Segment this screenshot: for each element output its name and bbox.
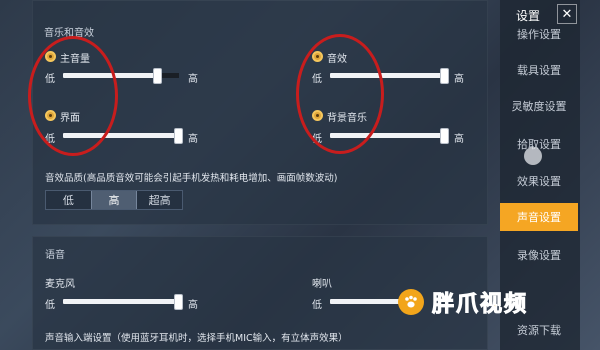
mic-volume-label: 麦克风 xyxy=(45,279,75,290)
mic-volume-track xyxy=(63,299,179,304)
master-volume-slider[interactable] xyxy=(153,68,162,84)
touch-indicator xyxy=(524,147,542,165)
watermark-text: 胖爪视频 xyxy=(431,292,529,318)
annotation-circle-right xyxy=(296,34,384,154)
sound-quality-toggle: 低 高 超高 xyxy=(45,190,183,210)
sound-quality-label: 音效品质(高品质音效可能会引起手机发热和耗电增加、画面帧数波动) xyxy=(45,173,338,184)
sfx-volume-high: 高 xyxy=(454,74,464,85)
sidebar-item-controls[interactable]: 操作设置 xyxy=(500,20,578,48)
speaker-volume-low: 低 xyxy=(312,300,322,311)
master-volume-high: 高 xyxy=(188,74,198,85)
sidebar-item-audio[interactable]: 声音设置 xyxy=(500,203,578,231)
sidebar-item-recording[interactable]: 录像设置 xyxy=(500,241,578,269)
speaker-volume-label: 喇叭 xyxy=(312,279,332,290)
interface-volume-slider[interactable] xyxy=(174,128,183,144)
quality-ultra-button[interactable]: 超高 xyxy=(137,191,182,209)
voice-input-label: 声音输入端设置（使用蓝牙耳机时，选择手机MIC输入，有立体声效果） xyxy=(45,333,348,344)
sidebar-item-vehicle[interactable]: 载具设置 xyxy=(500,56,578,84)
speaker-volume-track xyxy=(330,299,400,304)
mic-volume-high: 高 xyxy=(188,300,198,311)
bgm-volume-slider[interactable] xyxy=(440,128,449,144)
quality-high-button[interactable]: 高 xyxy=(90,191,138,209)
bgm-volume-high: 高 xyxy=(454,134,464,145)
interface-volume-high: 高 xyxy=(188,134,198,145)
mic-volume-slider[interactable] xyxy=(174,294,183,310)
paw-icon xyxy=(398,289,424,315)
annotation-circle-left xyxy=(28,36,118,156)
mic-volume-low: 低 xyxy=(45,300,55,311)
sfx-volume-slider[interactable] xyxy=(440,68,449,84)
watermark: 胖爪视频 xyxy=(398,282,570,322)
sidebar-item-effects[interactable]: 效果设置 xyxy=(500,167,578,195)
quality-low-button[interactable]: 低 xyxy=(46,191,91,209)
voice-section-title: 语音 xyxy=(45,250,65,261)
sidebar-item-sensitivity[interactable]: 灵敏度设置 xyxy=(500,92,578,120)
